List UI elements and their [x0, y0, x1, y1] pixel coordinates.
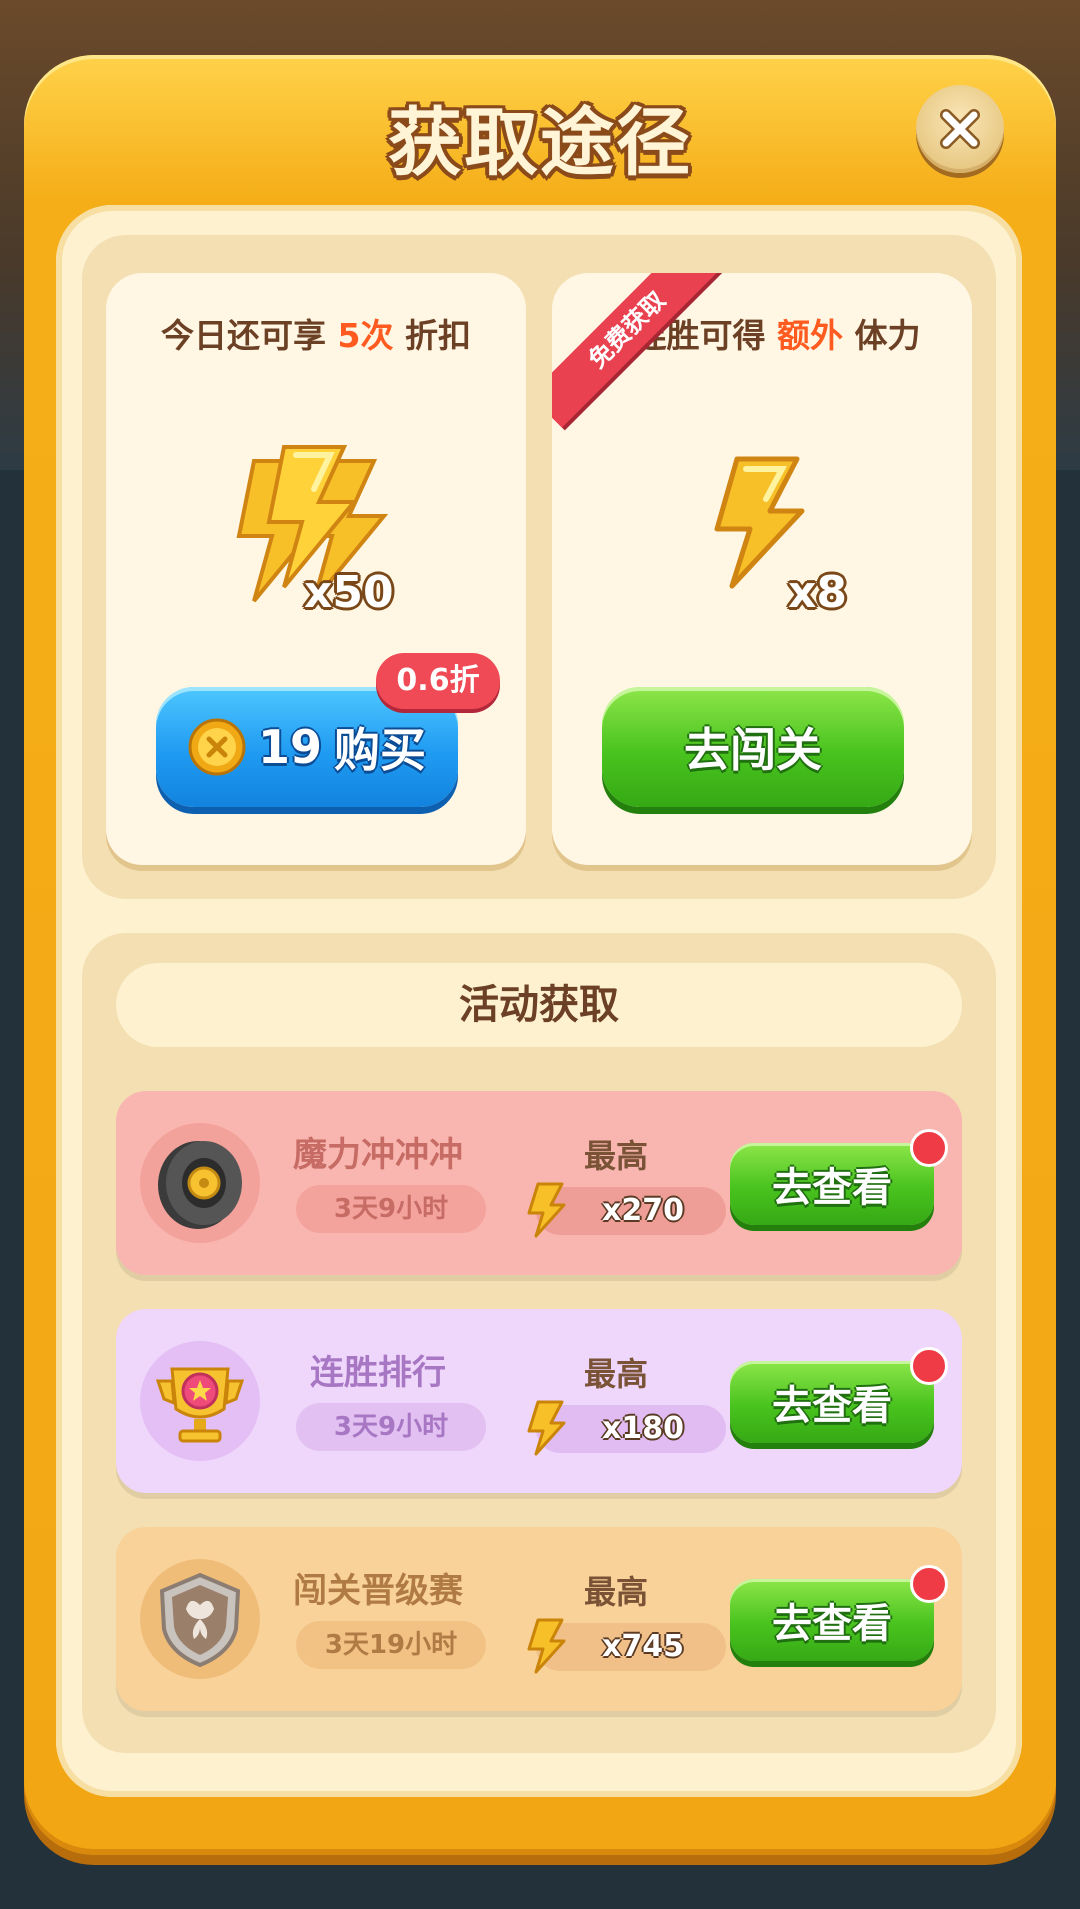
activity-time-left: 3天19小时 — [296, 1621, 486, 1669]
activity-icon-bg — [140, 1341, 260, 1461]
activity-name: 魔力冲冲冲 — [293, 1135, 463, 1175]
activity-name: 闯关晋级赛 — [293, 1571, 463, 1611]
view-button-label: 去查看 — [772, 1601, 892, 1647]
go-play-button-label: 去闯关 — [684, 723, 822, 777]
purchase-reward-quantity: x50 — [304, 567, 394, 618]
activity-time-left: 3天9小时 — [296, 1403, 486, 1451]
view-activity-button[interactable]: 去查看 — [730, 1361, 934, 1443]
view-button-label: 去查看 — [772, 1165, 892, 1211]
activities-title: 活动获取 — [116, 963, 962, 1047]
tire-icon — [158, 1141, 242, 1229]
activity-max-amount: x745 — [602, 1629, 684, 1664]
coin-icon — [188, 718, 246, 776]
buy-button-label: 购买 — [334, 723, 426, 777]
purchase-offer-heading: 今日还可享 5次 折扣 — [106, 309, 526, 357]
trophy-icon — [155, 1367, 245, 1443]
heading-suffix: 体力 — [854, 316, 921, 355]
shield-badge-icon — [159, 1572, 241, 1668]
max-label: 最高 — [583, 1355, 648, 1393]
purchase-offer-card: 今日还可享 5次 折扣 x50 19 购买 0.6折 — [106, 273, 526, 865]
remaining-count: 5次 — [337, 316, 394, 355]
dialog-body: 今日还可享 5次 折扣 x50 19 购买 0.6折 连胜可得 额外 体力 免费… — [56, 205, 1022, 1797]
view-activity-button[interactable]: 去查看 — [730, 1143, 934, 1225]
activity-icon-bg — [140, 1559, 260, 1679]
view-activity-button[interactable]: 去查看 — [730, 1579, 934, 1661]
energy-icon — [527, 1618, 566, 1674]
heading-prefix: 今日还可享 — [161, 316, 327, 355]
notification-dot — [910, 1347, 948, 1385]
heading-suffix: 折扣 — [404, 316, 471, 355]
energy-icon — [527, 1182, 566, 1238]
max-label: 最高 — [583, 1573, 648, 1611]
close-icon — [940, 109, 980, 149]
view-button-label: 去查看 — [772, 1383, 892, 1429]
activities-section: 活动获取 魔力冲冲冲 3天9小时 最高 x270 去查看 连胜排行 3天9小时 … — [82, 933, 996, 1753]
activity-row-streak-ranking: 连胜排行 3天9小时 最高 x180 去查看 — [116, 1309, 962, 1493]
energy-icon — [527, 1400, 566, 1456]
activity-row-magic-rush: 魔力冲冲冲 3天9小时 最高 x270 去查看 — [116, 1091, 962, 1275]
activity-name: 连胜排行 — [310, 1353, 446, 1393]
go-play-button[interactable]: 去闯关 — [602, 687, 904, 807]
activity-max-amount: x270 — [602, 1193, 684, 1228]
buy-button-price: 19 — [257, 720, 322, 774]
activity-max-amount: x180 — [602, 1411, 684, 1446]
max-label: 最高 — [583, 1137, 648, 1175]
heading-highlight: 额外 — [777, 316, 843, 355]
notification-dot — [910, 1129, 948, 1167]
streak-offer-card: 连胜可得 额外 体力 免费获取 x8 去闯关 — [552, 273, 972, 865]
notification-dot — [910, 1565, 948, 1603]
streak-reward-quantity: x8 — [788, 567, 847, 618]
activity-time-left: 3天9小时 — [296, 1185, 486, 1233]
close-button[interactable] — [916, 85, 1004, 173]
offers-section: 今日还可享 5次 折扣 x50 19 购买 0.6折 连胜可得 额外 体力 免费… — [82, 235, 996, 899]
activity-icon-bg — [140, 1123, 260, 1243]
get-energy-dialog: 获取途径 今日还可享 5次 折扣 x50 19 购买 0.6折 连胜可得 额外 … — [24, 55, 1056, 1855]
dialog-title: 获取途径 — [388, 100, 692, 186]
discount-badge: 0.6折 — [376, 653, 500, 709]
activity-row-level-promotion: 闯关晋级赛 3天19小时 最高 x745 去查看 — [116, 1527, 962, 1711]
